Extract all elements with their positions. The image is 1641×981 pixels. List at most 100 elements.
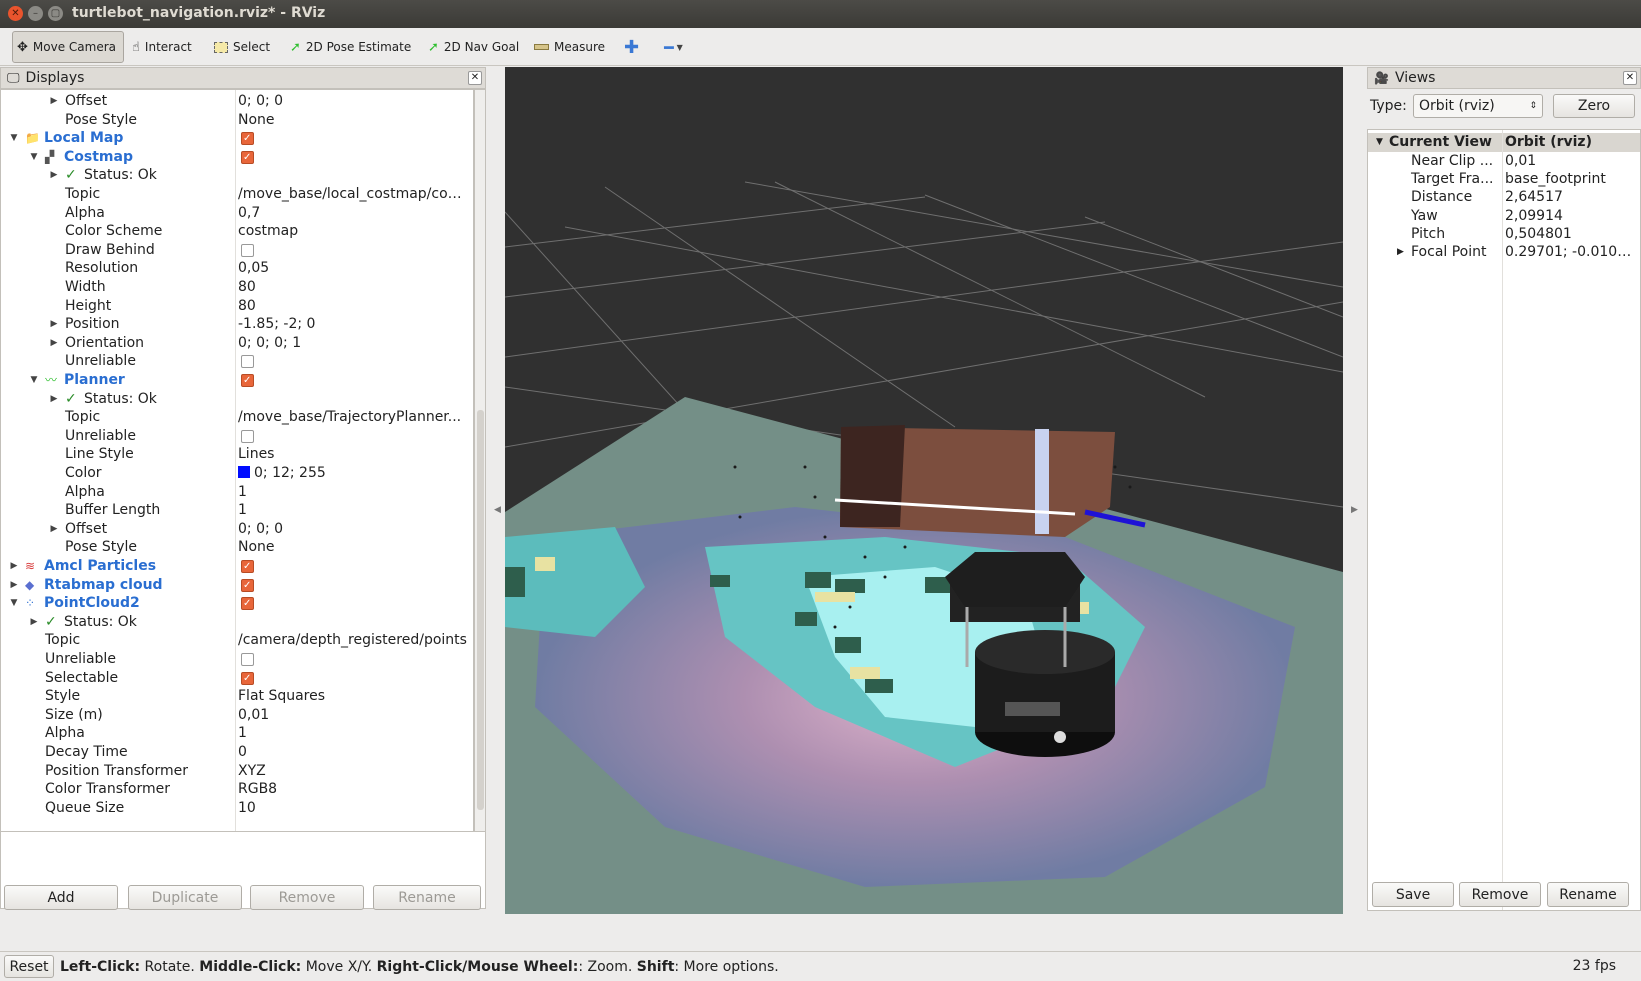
rename-view-button[interactable]: Rename (1547, 882, 1629, 907)
splitter-left-handle[interactable]: ◀ (494, 505, 501, 515)
color-value[interactable]: 0; 12; 255 (238, 464, 468, 483)
chevron-right-icon[interactable]: ▶ (1397, 243, 1404, 262)
display-property-value[interactable]: 0,05 (238, 259, 468, 278)
remove-view-button[interactable]: Remove (1459, 882, 1541, 907)
display-row[interactable]: ▶ Offset 0; 0; 0 (1, 520, 473, 539)
display-row[interactable]: Position Transformer XYZ (1, 762, 473, 781)
display-row[interactable]: Color 0; 12; 255 (1, 464, 473, 483)
display-row[interactable]: ▼ ▞ Costmap (1, 148, 473, 167)
display-row[interactable]: Buffer Length 1 (1, 501, 473, 520)
save-view-button[interactable]: Save (1372, 882, 1454, 907)
display-property-value[interactable]: 80 (238, 278, 468, 297)
enable-checkbox[interactable] (241, 371, 254, 390)
display-row[interactable]: ▼ 〰 Planner (1, 371, 473, 390)
chevron-right-icon[interactable]: ▶ (9, 557, 19, 576)
display-row[interactable]: Unreliable (1, 352, 473, 371)
display-row[interactable]: ▼ ⁘ PointCloud2 (1, 594, 473, 613)
display-row[interactable]: Unreliable (1, 427, 473, 446)
chevron-down-icon[interactable]: ▼ (9, 594, 19, 613)
select-tool[interactable]: Select (210, 31, 274, 63)
chevron-right-icon[interactable]: ▶ (49, 390, 59, 409)
display-row[interactable]: Topic/move_base/local_costmap/cos... (1, 185, 473, 204)
color-swatch[interactable] (238, 466, 250, 478)
display-row[interactable]: Height 80 (1, 297, 473, 316)
zero-button[interactable]: Zero (1553, 94, 1635, 118)
close-window-button[interactable]: ✕ (8, 6, 23, 21)
display-row[interactable]: ▶ ◆ Rtabmap cloud (1, 576, 473, 595)
display-row[interactable]: ▶ ✓ Status: Ok (1, 390, 473, 409)
display-row[interactable]: Line Style Lines (1, 445, 473, 464)
display-row[interactable]: ▶ Offset 0; 0; 0 (1, 92, 473, 111)
view-property-row[interactable]: Near Clip ... 0,01 (1368, 152, 1640, 171)
view-type-select[interactable]: Orbit (rviz) ⇕ (1413, 94, 1543, 118)
display-row[interactable]: Alpha 0,7 (1, 204, 473, 223)
display-row[interactable]: Width 80 (1, 278, 473, 297)
display-property-value[interactable]: /camera/depth_registered/points (238, 631, 468, 650)
view-property-row[interactable]: Yaw 2,09914 (1368, 207, 1640, 226)
nav-goal-tool[interactable]: ➚ 2D Nav Goal (424, 31, 523, 63)
chevron-down-icon[interactable]: ▼ (29, 371, 39, 390)
close-icon[interactable]: ✕ (468, 71, 482, 85)
add-tool-icon[interactable]: ✚ (620, 31, 643, 63)
chevron-right-icon[interactable]: ▶ (49, 166, 59, 185)
display-row[interactable]: Resolution 0,05 (1, 259, 473, 278)
minimize-window-button[interactable]: – (28, 6, 43, 21)
chevron-right-icon[interactable]: ▶ (49, 520, 59, 539)
display-row[interactable]: Color Transformer RGB8 (1, 780, 473, 799)
display-property-value[interactable]: 80 (238, 297, 468, 316)
measure-tool[interactable]: Measure (530, 31, 609, 63)
display-row[interactable]: Draw Behind (1, 241, 473, 260)
display-row[interactable]: Queue Size 10 (1, 799, 473, 818)
display-row[interactable]: Style Flat Squares (1, 687, 473, 706)
display-row[interactable]: ▶ ✓ Status: Ok (1, 166, 473, 185)
view-property-value[interactable]: 0,504801 (1505, 225, 1635, 244)
display-row[interactable]: Unreliable (1, 650, 473, 669)
display-row[interactable]: Topic/camera/depth_registered/points (1, 631, 473, 650)
display-row[interactable]: Pose Style None (1, 111, 473, 130)
enable-checkbox[interactable] (241, 669, 254, 688)
display-property-value[interactable]: 0; 0; 0 (238, 520, 468, 539)
display-property-value[interactable]: RGB8 (238, 780, 468, 799)
view-property-row[interactable]: ▶ Focal Point 0.29701; -0.0100... (1368, 243, 1640, 262)
enable-checkbox[interactable] (241, 243, 254, 257)
render-viewport[interactable] (505, 67, 1343, 914)
display-property-value[interactable]: costmap (238, 222, 468, 241)
view-property-row[interactable]: Pitch 0,504801 (1368, 225, 1640, 244)
displays-scrollbar[interactable] (474, 89, 486, 896)
display-property-value[interactable]: XYZ (238, 762, 468, 781)
display-row[interactable]: Pose Style None (1, 538, 473, 557)
display-property-value[interactable]: 10 (238, 799, 468, 818)
duplicate-button[interactable]: Duplicate (128, 885, 242, 910)
enable-checkbox[interactable] (241, 576, 254, 595)
display-property-value[interactable]: 0; 0; 0 (238, 92, 468, 111)
current-view-row[interactable]: ▼ Current View Orbit (rviz) (1368, 133, 1640, 152)
display-row[interactable]: Alpha 1 (1, 724, 473, 743)
pose-estimate-tool[interactable]: ➚ 2D Pose Estimate (286, 31, 415, 63)
enable-checkbox[interactable] (241, 653, 254, 666)
display-property-value[interactable]: 1 (238, 483, 468, 502)
chevron-right-icon[interactable]: ▶ (49, 92, 59, 111)
enable-checkbox[interactable] (241, 148, 254, 167)
display-row[interactable]: ▶ ≋ Amcl Particles (1, 557, 473, 576)
display-property-value[interactable]: 1 (238, 724, 468, 743)
display-row[interactable]: ▶ ✓ Status: Ok (1, 613, 473, 632)
views-tree[interactable]: ▼ Current View Orbit (rviz) Near Clip ..… (1367, 129, 1641, 911)
scrollbar-thumb[interactable] (477, 410, 484, 810)
enable-checkbox[interactable] (241, 557, 254, 576)
reset-button[interactable]: Reset (4, 955, 54, 978)
view-property-row[interactable]: Distance 2,64517 (1368, 188, 1640, 207)
display-property-value[interactable]: 0; 12; 255 (254, 465, 326, 481)
maximize-window-button[interactable]: ▢ (48, 6, 63, 21)
chevron-right-icon[interactable]: ▶ (29, 613, 39, 632)
display-property-value[interactable]: None (238, 538, 468, 557)
view-property-value[interactable]: 0,01 (1505, 152, 1635, 171)
display-property-value[interactable]: 0,7 (238, 204, 468, 223)
remove-display-button[interactable]: Remove (250, 885, 364, 910)
display-row[interactable]: Selectable (1, 669, 473, 688)
view-property-row[interactable]: Target Fra... base_footprint (1368, 170, 1640, 189)
enable-checkbox[interactable] (241, 355, 254, 369)
displays-tree[interactable]: ▶Offset0; 0; 0Pose StyleNone▼📁Local Map▼… (0, 89, 474, 896)
enable-checkbox[interactable] (241, 594, 254, 613)
display-property-value[interactable]: 1 (238, 501, 468, 520)
chevron-right-icon[interactable]: ▶ (49, 315, 59, 334)
